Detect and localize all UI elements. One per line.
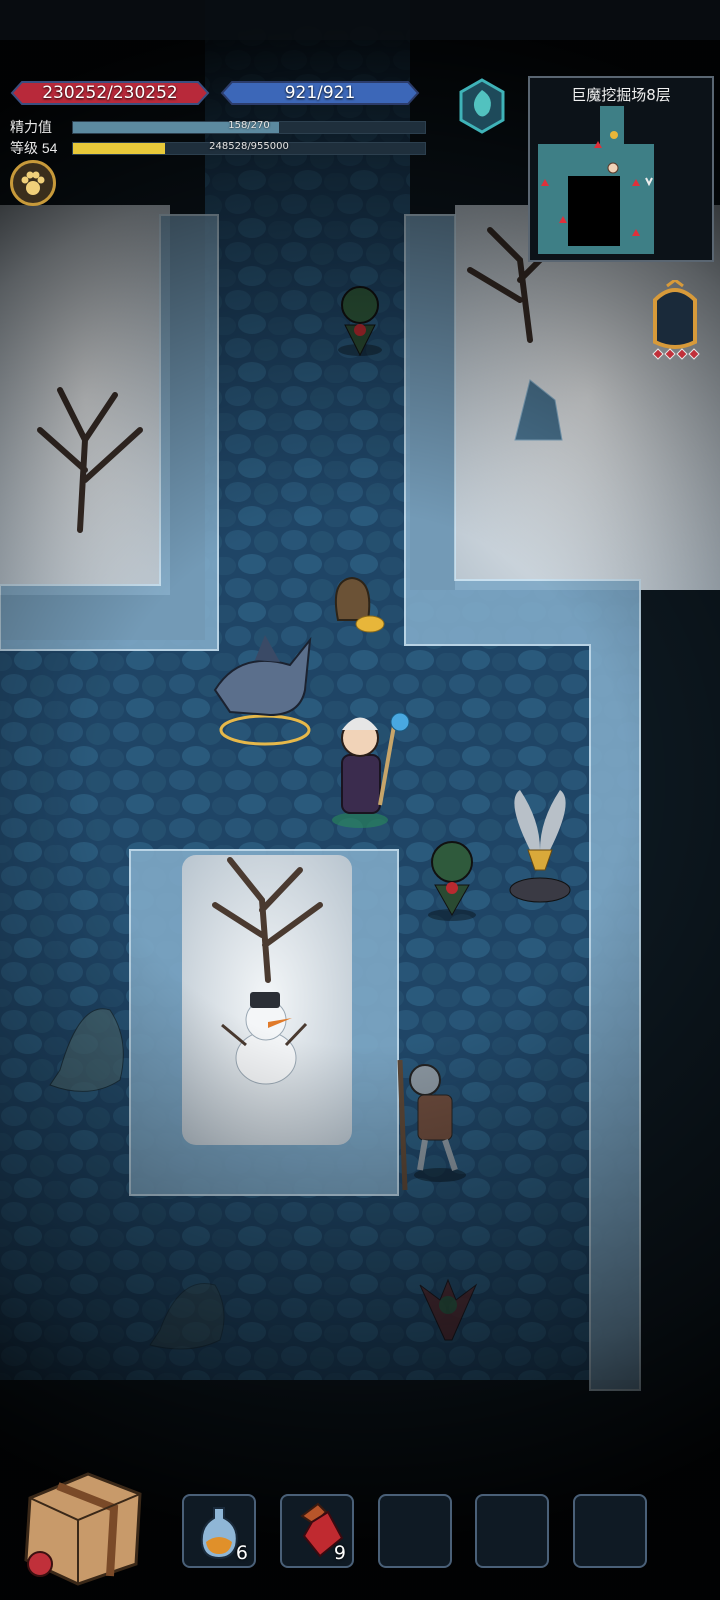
energy-bar: 158/270 [72,120,426,134]
quick-slot-4[interactable] [475,1494,549,1568]
level-label: 等级 54 [10,140,58,156]
mp-bar: 921/921 [220,80,420,106]
item-count: 6 [235,1542,248,1564]
quick-slot-5[interactable] [573,1494,647,1568]
hp-bar: 230252/230252 [10,80,210,106]
backpack-icon [24,1472,142,1586]
hp-text: 230252/230252 [42,83,178,103]
energy-text: 158/270 [228,120,270,131]
exp-bar: 248528/955000 [72,141,426,155]
minimap-gold-marker [610,131,618,139]
minimap-player-marker [607,162,619,174]
exp-text: 248528/955000 [209,141,289,152]
backpack-button[interactable] [18,1468,146,1586]
portal-button[interactable] [455,78,509,134]
quick-slot-1[interactable]: 6 [182,1494,256,1568]
quick-slot-3[interactable] [378,1494,452,1568]
paw-icon [21,171,45,195]
mp-text: 921/921 [284,83,356,103]
energy-label: 精力值 [10,119,52,135]
quick-slot-2[interactable]: 9 [280,1494,354,1568]
magic-mirror-icon [652,278,700,360]
pet-button[interactable] [10,160,56,206]
minimap[interactable]: 巨魔挖掘场8层 [528,76,714,262]
magic-mirror-button[interactable] [645,278,705,366]
portal-rune-icon [459,78,505,134]
item-count: 9 [333,1542,346,1564]
